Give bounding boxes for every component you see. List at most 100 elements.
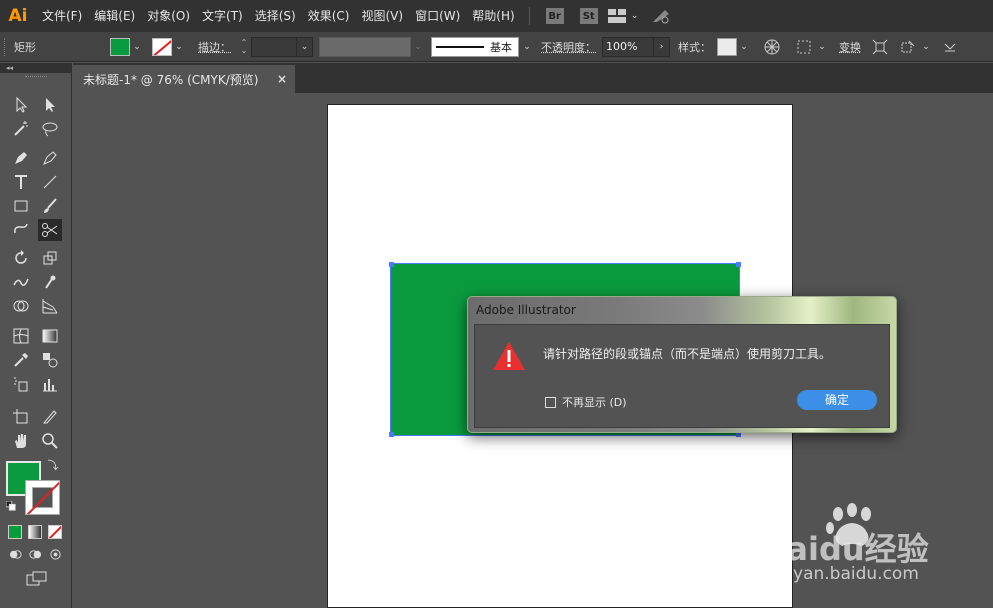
- transform-label[interactable]: 变换: [839, 39, 861, 55]
- draw-normal-icon[interactable]: [6, 545, 24, 563]
- checkbox-label: 不再显示 (D): [562, 396, 627, 409]
- scale-tool-icon[interactable]: [38, 247, 62, 269]
- recolor-artwork-icon[interactable]: [761, 36, 783, 58]
- stroke-color-box[interactable]: [25, 480, 60, 515]
- default-fill-stroke-icon[interactable]: [4, 499, 18, 513]
- screen-mode-icon[interactable]: [24, 569, 50, 589]
- gpu-performance-icon[interactable]: [650, 5, 672, 27]
- brush-profile-label: 基本: [490, 40, 512, 54]
- close-icon[interactable]: ×: [277, 72, 287, 86]
- workspace-layout-icon[interactable]: [606, 5, 628, 27]
- chevron-down-icon[interactable]: ⌄: [628, 7, 642, 25]
- anchor-handle[interactable]: [389, 432, 394, 437]
- selection-type-label: 矩形: [14, 40, 36, 54]
- control-bar: 矩形 ⌄ ⌄ 描边： ⌃ ⌄ ⌄ ⌄ 基本 ⌄ 不透明度： 100% › 样式： …: [0, 32, 993, 62]
- none-mode-button[interactable]: [48, 525, 62, 539]
- rotate-tool-icon[interactable]: [9, 247, 33, 269]
- perspective-grid-tool-icon[interactable]: [38, 295, 62, 317]
- menu-object[interactable]: 对象(O): [141, 0, 196, 32]
- rectangle-tool-icon[interactable]: [9, 195, 33, 217]
- artboard-tool-icon[interactable]: [9, 406, 33, 428]
- warp-tool-icon[interactable]: [9, 271, 33, 293]
- profile-dropdown-icon: ⌄: [414, 41, 422, 52]
- checkbox-box[interactable]: [545, 396, 556, 408]
- isolate-icon[interactable]: [869, 36, 891, 58]
- arrange-dropdown-icon[interactable]: ⌄: [919, 38, 933, 56]
- type-tool-icon[interactable]: [9, 171, 33, 193]
- stroke-weight-input[interactable]: [251, 36, 297, 57]
- pen-tool-icon[interactable]: [9, 147, 33, 169]
- tools-grip[interactable]: [0, 73, 71, 81]
- arrange-icon[interactable]: [897, 36, 919, 58]
- app-logo: Ai: [8, 6, 28, 26]
- lasso-tool-icon[interactable]: [38, 118, 62, 140]
- document-tab-title: 未标题-1* @ 76% (CMYK/预览): [83, 72, 259, 87]
- magic-wand-tool-icon[interactable]: [9, 118, 33, 140]
- stroke-weight-dropdown[interactable]: ⌄: [297, 36, 313, 57]
- shape-builder-tool-icon[interactable]: [9, 295, 33, 317]
- fill-swatch[interactable]: [110, 37, 130, 56]
- scissors-tool-icon[interactable]: [38, 219, 62, 241]
- anchor-handle[interactable]: [389, 262, 394, 267]
- panel-menu-icon[interactable]: [939, 36, 961, 58]
- dont-show-again-checkbox[interactable]: 不再显示 (D): [545, 394, 627, 410]
- warning-icon: [493, 342, 525, 370]
- bridge-button[interactable]: Br: [545, 8, 564, 24]
- shaper-tool-icon[interactable]: [9, 219, 33, 241]
- symbol-sprayer-tool-icon[interactable]: [9, 373, 33, 395]
- menu-view[interactable]: 视图(V): [355, 0, 409, 32]
- opacity-arrow[interactable]: ›: [654, 36, 670, 57]
- document-tab[interactable]: 未标题-1* @ 76% (CMYK/预览) ×: [73, 65, 295, 93]
- opacity-label[interactable]: 不透明度：: [541, 39, 596, 55]
- blend-tool-icon[interactable]: [38, 349, 62, 371]
- opacity-input[interactable]: 100%: [602, 36, 654, 57]
- style-label: 样式：: [678, 40, 711, 54]
- color-mode-button[interactable]: [8, 525, 22, 539]
- brush-stroke-preview: [436, 45, 484, 48]
- curvature-tool-icon[interactable]: [38, 147, 62, 169]
- brush-dropdown[interactable]: ⌄: [519, 36, 535, 57]
- puppet-warp-tool-icon[interactable]: [38, 271, 62, 293]
- gradient-mode-button[interactable]: [28, 525, 42, 539]
- menu-edit[interactable]: 编辑(E): [88, 0, 141, 32]
- slice-tool-icon[interactable]: [38, 406, 62, 428]
- eyedropper-tool-icon[interactable]: [9, 349, 33, 371]
- mesh-tool-icon[interactable]: [9, 325, 33, 347]
- tools-collapse-button[interactable]: ◂◂: [0, 63, 71, 73]
- menu-select[interactable]: 选择(S): [249, 0, 302, 32]
- stroke-weight-stepper[interactable]: ⌃ ⌄: [237, 37, 251, 57]
- draw-inside-icon[interactable]: [46, 545, 64, 563]
- direct-selection-tool-icon[interactable]: [38, 94, 62, 116]
- control-bar-grip[interactable]: [4, 37, 10, 56]
- align-dropdown-icon[interactable]: ⌄: [815, 38, 829, 56]
- stock-button[interactable]: St: [579, 8, 598, 24]
- menu-help[interactable]: 帮助(H): [466, 0, 520, 32]
- variable-width-profile[interactable]: [319, 36, 411, 57]
- align-selection-icon[interactable]: [793, 36, 815, 58]
- stroke-swatch[interactable]: [152, 37, 172, 56]
- anchor-handle[interactable]: [736, 262, 741, 267]
- fill-dropdown-icon[interactable]: ⌄: [130, 38, 144, 56]
- menu-file[interactable]: 文件(F): [36, 0, 88, 32]
- gradient-tool-icon[interactable]: [38, 325, 62, 347]
- menu-separator: [528, 7, 530, 25]
- menu-effect[interactable]: 效果(C): [302, 0, 356, 32]
- stroke-dropdown-icon[interactable]: ⌄: [172, 38, 186, 56]
- alert-dialog: Adobe Illustrator 请针对路径的段或锚点（而不是端点）使用剪刀工…: [467, 296, 897, 433]
- brush-definition[interactable]: 基本: [431, 36, 519, 57]
- selection-tool-icon[interactable]: [9, 94, 33, 116]
- line-tool-icon[interactable]: [38, 171, 62, 193]
- column-graph-tool-icon[interactable]: [38, 373, 62, 395]
- swap-fill-stroke-icon[interactable]: ⤵: [46, 458, 60, 472]
- style-dropdown-icon[interactable]: ⌄: [737, 38, 751, 56]
- menu-window[interactable]: 窗口(W): [409, 0, 466, 32]
- paintbrush-tool-icon[interactable]: [38, 195, 62, 217]
- hand-tool-icon[interactable]: [9, 430, 33, 452]
- dialog-title: Adobe Illustrator: [476, 303, 576, 317]
- menu-type[interactable]: 文字(T): [196, 0, 249, 32]
- stroke-label[interactable]: 描边：: [198, 39, 231, 55]
- draw-behind-icon[interactable]: [26, 545, 44, 563]
- zoom-tool-icon[interactable]: [38, 430, 62, 452]
- graphic-style-swatch[interactable]: [717, 37, 737, 56]
- ok-button[interactable]: 确定: [797, 390, 877, 410]
